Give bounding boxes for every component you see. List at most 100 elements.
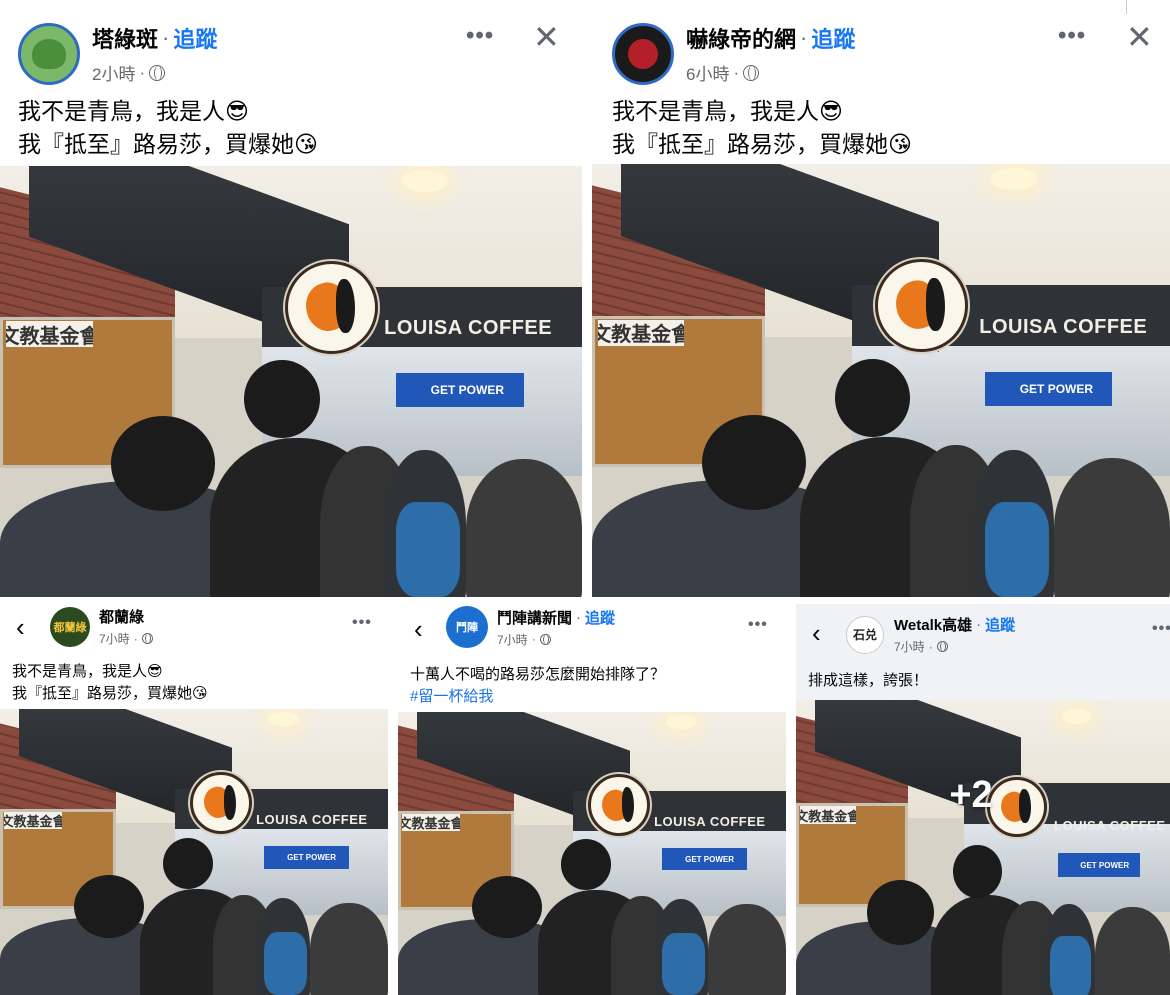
post-text-line: 我不是青鳥，我是人😎: [612, 98, 843, 124]
post-photo[interactable]: 文教基金會 LOUISA COFFEE GET POWER: [398, 712, 786, 995]
post-time[interactable]: 7小時: [894, 638, 925, 655]
ceiling-lamp: [267, 711, 299, 727]
store-name: LOUISA COFFEE: [979, 315, 1148, 338]
more-icon[interactable]: •••: [466, 22, 494, 50]
post-card: 塔綠斑 · 追蹤 2小時 · ••• ✕ 我不是青鳥，我是人😎 我『抵至』路易莎…: [0, 0, 582, 597]
post-header: 塔綠斑 · 追蹤 2小時 ·: [18, 22, 217, 85]
follow-button[interactable]: 追蹤: [985, 614, 1015, 635]
follow-button[interactable]: 追蹤: [585, 607, 615, 628]
separator-dot: ·: [976, 616, 982, 633]
more-icon[interactable]: •••: [748, 616, 768, 634]
post-time[interactable]: 7小時: [497, 631, 528, 648]
board-title: 文教基金會: [5, 321, 94, 348]
post-text-line: 十萬人不喝的路易莎怎麼開始排隊了？: [410, 666, 666, 683]
globe-icon: [936, 641, 948, 652]
post-photo[interactable]: 文教基金會 LOUISA COFFEE GET POWER: [0, 166, 582, 597]
person-head: [953, 844, 1002, 898]
post-header: 嚇綠帝的網 · 追蹤 6小時 ·: [612, 22, 855, 85]
author-name[interactable]: 嚇綠帝的網: [686, 22, 796, 54]
back-icon[interactable]: ‹: [414, 614, 423, 645]
avatar[interactable]: [18, 22, 80, 85]
back-icon[interactable]: ‹: [16, 612, 25, 643]
person: [1095, 906, 1170, 995]
store-name: LOUISA COFFEE: [1054, 818, 1166, 833]
ceiling-lamp: [990, 168, 1038, 190]
post-time[interactable]: 2小時: [92, 60, 135, 85]
ceiling-lamp: [1061, 708, 1092, 724]
post-text: 我不是青鳥，我是人😎 我『抵至』路易莎，買爆她😘: [612, 95, 912, 162]
close-icon[interactable]: ✕: [533, 18, 560, 56]
backpack: [263, 932, 307, 995]
author-name[interactable]: 都蘭綠: [99, 606, 144, 627]
post-card: ‹ 鬥陣 鬥陣講新聞 · 追蹤 7小時 · ••• 十萬人不喝的路易莎怎麼開始排…: [398, 604, 786, 995]
post-text-line: 我『抵至』路易莎，買爆她😘: [18, 131, 318, 158]
backpack: [395, 502, 460, 597]
globe-icon: [149, 64, 166, 81]
follow-button[interactable]: 追蹤: [811, 22, 855, 54]
backpack: [1050, 936, 1092, 995]
avatar-label: 石兑: [852, 628, 877, 642]
backpack: [985, 501, 1049, 597]
get-power-banner: GET POWER: [1057, 853, 1141, 877]
separator-dot: ·: [139, 62, 146, 82]
post-text: 我不是青鳥，我是人😎 我『抵至』路易莎，買爆她😘: [18, 95, 318, 162]
store-name: LOUISA COFFEE: [256, 811, 368, 827]
post-photo[interactable]: 文教基金會 LOUISA COFFEE GET POWER: [0, 709, 388, 995]
separator-dot: ·: [576, 608, 582, 626]
more-icon[interactable]: •••: [352, 614, 372, 632]
post-card: 嚇綠帝的網 · 追蹤 6小時 · ••• ✕ 我不是青鳥，我是人😎 我『抵至』路…: [592, 14, 1170, 597]
louisa-logo-icon: [986, 776, 1047, 837]
follow-button[interactable]: 追蹤: [173, 22, 217, 54]
board-title: 文教基金會: [401, 813, 461, 831]
separator-dot: ·: [162, 25, 170, 50]
avatar[interactable]: 石兑: [846, 615, 884, 654]
avatar-label: 鬥陣: [456, 622, 478, 634]
louisa-logo-icon: [285, 260, 379, 354]
get-power-banner: GET POWER: [661, 847, 748, 871]
person-head: [701, 415, 806, 511]
post-photo[interactable]: 文教基金會 LOUISA COFFEE GET POWER +2: [796, 700, 1170, 995]
store-name: LOUISA COFFEE: [384, 316, 553, 339]
separator-dot: ·: [928, 639, 933, 654]
post-text-line: 我『抵至』路易莎，買爆她😘: [612, 131, 912, 158]
post-photo[interactable]: 文教基金會 LOUISA COFFEE GET POWER: [592, 164, 1170, 597]
post-text-line: 我『抵至』路易莎，買爆她😘: [12, 684, 208, 702]
back-icon[interactable]: ‹: [812, 618, 821, 649]
ceiling-lamp: [401, 170, 449, 192]
more-icon[interactable]: •••: [1152, 620, 1170, 638]
post-text-line: 我不是青鳥，我是人😎: [18, 98, 249, 124]
post-card: ‹ 石兑 Wetalk高雄 · 追蹤 7小時 · ••• 排成這樣，誇張！ 文教…: [796, 604, 1170, 995]
author-name[interactable]: Wetalk高雄: [894, 614, 972, 635]
avatar[interactable]: 都蘭綠: [50, 606, 90, 647]
person: [310, 903, 388, 995]
person-head: [244, 359, 321, 438]
post-text-line: 排成這樣，誇張！: [808, 672, 929, 689]
post-time[interactable]: 7小時: [99, 630, 130, 647]
backpack: [661, 932, 705, 995]
board-title: 文教基金會: [597, 319, 685, 346]
person: [1054, 458, 1170, 597]
person-head: [471, 876, 542, 939]
avatar[interactable]: [612, 22, 674, 85]
get-power-banner: GET POWER: [263, 846, 350, 870]
close-icon[interactable]: ✕: [1126, 18, 1153, 56]
separator-dot: ·: [800, 25, 808, 50]
more-photos-count[interactable]: +2: [949, 774, 992, 817]
globe-icon: [743, 64, 760, 81]
separator-dot: ·: [531, 632, 536, 646]
avatar[interactable]: 鬥陣: [446, 606, 488, 648]
post-text: 十萬人不喝的路易莎怎麼開始排隊了？ #留一杯給我: [410, 664, 665, 708]
more-icon[interactable]: •••: [1058, 22, 1086, 50]
author-name[interactable]: 塔綠斑: [92, 22, 158, 54]
hashtag-link[interactable]: #留一杯給我: [410, 686, 665, 708]
louisa-logo-icon: [190, 771, 253, 834]
person-head: [834, 358, 910, 437]
store-name: LOUISA COFFEE: [654, 813, 766, 829]
person-head: [110, 415, 216, 511]
get-power-banner: GET POWER: [395, 372, 524, 408]
globe-icon: [141, 633, 153, 644]
author-name[interactable]: 鬥陣講新聞: [497, 607, 572, 628]
avatar-label: 都蘭綠: [53, 621, 87, 634]
post-time[interactable]: 6小時: [686, 60, 729, 85]
post-header: 鬥陣 鬥陣講新聞 · 追蹤 7小時 ·: [446, 606, 615, 648]
